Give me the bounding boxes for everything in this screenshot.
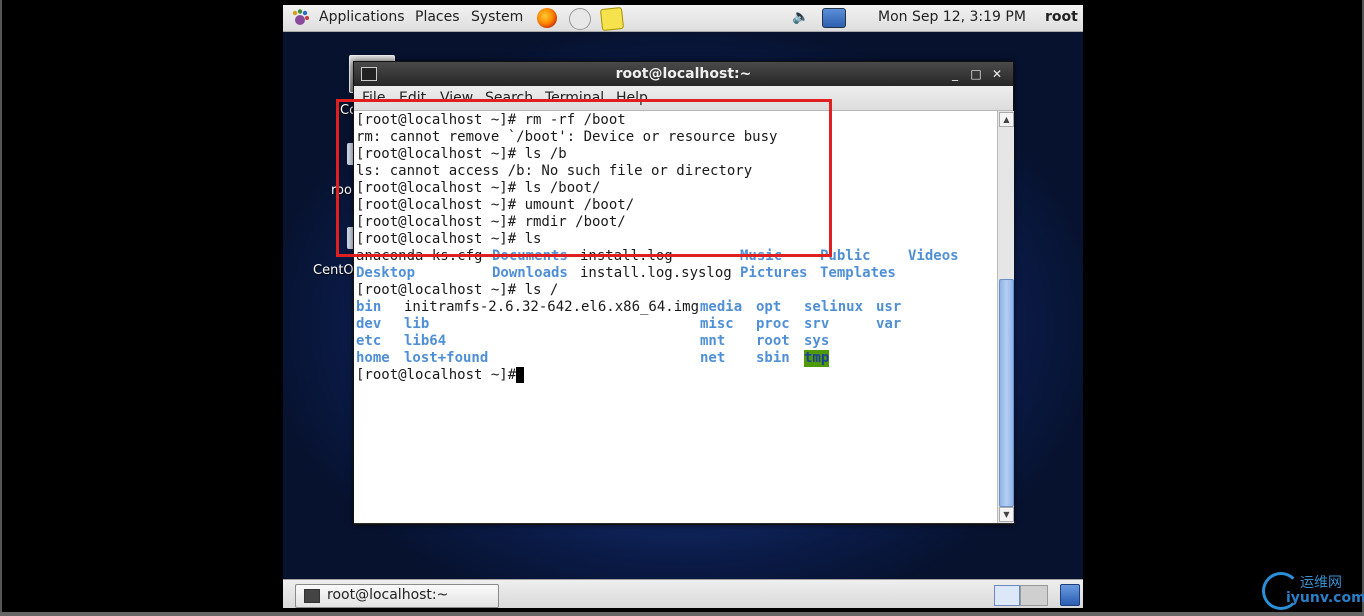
bottom-panel: root@localhost:~ — [283, 579, 1083, 608]
ls-dir: mnt — [700, 333, 726, 349]
ls-dir: opt — [756, 299, 782, 315]
maximize-button[interactable]: □ — [967, 65, 985, 83]
gnome-foot-icon[interactable] — [290, 9, 310, 27]
ls-dir: misc — [700, 316, 734, 332]
ls-dir: srv — [804, 316, 830, 332]
trash-icon[interactable] — [1060, 584, 1080, 606]
annotation-highlight-box — [336, 99, 832, 257]
ls-dir: Pictures — [740, 265, 808, 281]
menu-system[interactable]: System — [471, 9, 523, 25]
desktop-label-centos: CentO — [313, 263, 354, 278]
ls-dir: Desktop — [356, 265, 416, 281]
ls-dir: proc — [756, 316, 790, 332]
volume-icon[interactable]: 🔈 — [792, 9, 809, 29]
frame-left — [0, 0, 2, 616]
ls-dir: root — [756, 333, 790, 349]
watermark: 运维网 iyunv.com — [1262, 568, 1364, 612]
ls-dir-sticky: tmp — [804, 350, 830, 367]
ls-dir: lost+found — [404, 350, 489, 366]
user-name[interactable]: root — [1045, 9, 1078, 25]
frame-bottom — [0, 612, 1364, 616]
ls-dir: Downloads — [492, 265, 568, 281]
notes-icon[interactable] — [599, 6, 625, 32]
ls-dir: sbin — [756, 350, 790, 366]
ls-dir: media — [700, 299, 743, 315]
ls-dir: selinux — [804, 299, 864, 315]
menu-applications[interactable]: Applications — [319, 9, 405, 25]
watermark-en: iyunv.com — [1286, 590, 1364, 606]
menu-places[interactable]: Places — [415, 9, 460, 25]
ls-dir: dev — [356, 316, 382, 332]
terminal-cursor — [516, 367, 524, 383]
ls-dir: sys — [804, 333, 830, 349]
ls-dir: net — [700, 350, 726, 366]
ls-dir: Templates — [820, 265, 896, 281]
workspace-2[interactable] — [1020, 585, 1048, 606]
top-panel: Applications Places System 🔈 Mon Sep 12,… — [283, 5, 1083, 32]
minimize-button[interactable]: _ — [946, 65, 964, 83]
taskbar-label: root@localhost:~ — [327, 587, 449, 603]
ls-dir: var — [876, 316, 902, 332]
window-title: root@localhost:~ — [615, 66, 752, 82]
terminal-prompt: [root@localhost ~]# — [356, 367, 517, 383]
clock[interactable]: Mon Sep 12, 3:19 PM — [878, 9, 1026, 25]
ls-file: initramfs-2.6.32-642.el6.x86_64.img — [404, 299, 700, 315]
ls-dir: usr — [876, 299, 902, 315]
workspace-1[interactable] — [994, 585, 1020, 606]
firefox-icon[interactable] — [537, 8, 557, 28]
terminal-titlebar[interactable]: root@localhost:~ _ □ ✕ — [354, 62, 1013, 86]
ls-file: install.log.syslog — [580, 265, 732, 281]
network-icon[interactable] — [822, 8, 846, 28]
scroll-down-arrow-icon[interactable]: ▼ — [999, 507, 1014, 522]
ls-dir: etc — [356, 333, 382, 349]
ls-dir: lib64 — [404, 333, 447, 349]
ls-dir: bin — [356, 299, 382, 315]
ls-dir: home — [356, 350, 390, 366]
terminal-icon — [304, 589, 320, 603]
terminal-line: [root@localhost ~]# ls / — [356, 282, 559, 298]
scroll-up-arrow-icon[interactable]: ▲ — [999, 112, 1014, 127]
ls-dir: Videos — [908, 248, 959, 264]
mail-icon[interactable] — [569, 8, 591, 30]
scrollbar-thumb[interactable] — [999, 279, 1014, 507]
ls-dir: lib — [404, 316, 430, 332]
taskbar-terminal-button[interactable]: root@localhost:~ — [295, 584, 499, 608]
terminal-scrollbar[interactable]: ▲ ▼ — [997, 111, 1014, 523]
watermark-cn: 运维网 — [1300, 575, 1342, 591]
close-button[interactable]: ✕ — [988, 65, 1006, 83]
